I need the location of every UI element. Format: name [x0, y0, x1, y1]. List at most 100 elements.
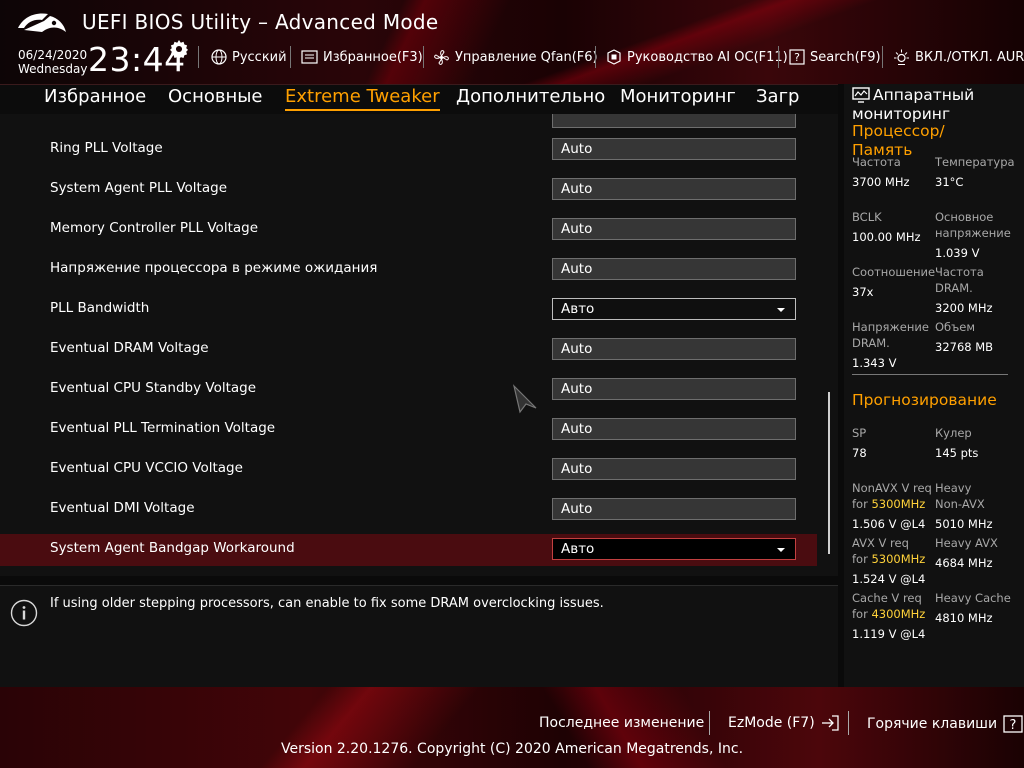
setting-row[interactable]: Eventual CPU VCCIO Voltage Auto [0, 454, 817, 486]
setting-row[interactable]: Eventual DMI Voltage Auto [0, 494, 817, 526]
aura-label: ВКЛ./ОТКЛ. AURA(F4) [915, 49, 1024, 65]
setting-value-field[interactable]: Auto [552, 418, 796, 440]
dropdown-value: Авто [561, 541, 595, 557]
header-separator [778, 46, 779, 68]
setting-row[interactable]: Memory Controller PLL Voltage Auto [0, 214, 817, 246]
setting-row[interactable]: System Agent PLL Voltage Auto [0, 174, 817, 206]
header-separator [423, 46, 424, 68]
stat-label: Heavy Non-AVX [935, 481, 985, 511]
setting-label: Напряжение процессора в режиме ожидания [50, 260, 378, 276]
setting-row[interactable]: Ring PLL Voltage Auto [0, 134, 817, 166]
nonavx-vreq-stat: NonAVX V req for 5300MHz 1.506 V @L4 [852, 480, 934, 532]
setting-value-field[interactable]: Auto [552, 458, 796, 480]
language-label: Русский [232, 49, 287, 65]
hotkeys-button[interactable]: Горячие клавиши ? [867, 715, 1023, 733]
bclk-stat: BCLK 100.00 MHz [852, 209, 932, 245]
setting-value-field[interactable]: Auto [552, 498, 796, 520]
monitor-divider [852, 374, 1008, 375]
tab-advanced[interactable]: Дополнительно [456, 85, 605, 113]
aura-button[interactable]: ВКЛ./ОТКЛ. AURA(F4) [893, 47, 1024, 67]
stat-label: Частота [852, 155, 901, 169]
ezmode-button[interactable]: EzMode (F7) [728, 715, 839, 731]
setting-value-field[interactable]: Auto [552, 218, 796, 240]
gear-icon[interactable] [170, 40, 188, 58]
setting-row[interactable]: Eventual CPU Standby Voltage Auto [0, 374, 817, 406]
stat-label: SP [852, 426, 867, 440]
setting-label: Memory Controller PLL Voltage [50, 220, 259, 236]
tab-boot[interactable]: Загр [756, 85, 799, 113]
tab-extreme-tweaker[interactable]: Extreme Tweaker [285, 85, 440, 111]
stat-label: Объем [935, 320, 976, 334]
last-change-label: Последнее изменение [539, 715, 705, 731]
stat-value: 1.343 V [852, 356, 897, 370]
search-button[interactable]: ? Search(F9) [789, 47, 881, 67]
language-button[interactable]: Русский [211, 47, 287, 67]
top-header: UEFI BIOS Utility – Advanced Mode 06/24/… [0, 0, 1024, 84]
rog-logo-icon [18, 13, 66, 32]
stat-value: 37x [852, 285, 874, 299]
setting-dropdown[interactable]: Авто [552, 538, 796, 560]
setting-row[interactable]: Eventual DRAM Voltage Auto [0, 334, 817, 366]
settings-panel: Ring PLL Voltage Auto System Agent PLL V… [0, 114, 838, 576]
dram-frequency-stat: Частота DRAM. 3200 MHz [935, 264, 995, 316]
stat-label: Heavy Cache [935, 591, 1011, 605]
fan-icon [434, 49, 449, 65]
hotkeys-label: Горячие клавиши [867, 716, 998, 732]
globe-icon [211, 49, 227, 65]
ai-oc-button[interactable]: Руководство AI OC(F11) [606, 47, 788, 67]
stat-label-freq: for 4300MHz [852, 606, 934, 622]
exit-arrow-icon [821, 715, 839, 731]
ratio-stat: Соотношение 37x [852, 264, 936, 300]
ezmode-label: EzMode (F7) [728, 715, 815, 731]
stat-label: AVX V req [852, 536, 909, 550]
setting-label: PLL Bandwidth [50, 300, 150, 316]
stat-value: 1.119 V @L4 [852, 627, 926, 641]
weekday-value: Wednesday [18, 62, 88, 76]
setting-row[interactable]: Напряжение процессора в режиме ожидания … [0, 254, 817, 286]
setting-value-field[interactable]: Auto [552, 338, 796, 360]
qfan-button[interactable]: Управление Qfan(F6) [433, 47, 598, 67]
heavy-nonavx-stat: Heavy Non-AVX 5010 MHz [935, 480, 995, 532]
setting-value-field[interactable]: Auto [552, 178, 796, 200]
favorites-button[interactable]: Избранное(F3) [301, 47, 423, 67]
stat-label: BCLK [852, 210, 882, 224]
stat-value: 1.524 V @L4 [852, 572, 926, 586]
stat-label: Кулер [935, 426, 972, 440]
stat-for: for [852, 552, 868, 566]
prediction-section-title: Прогнозирование [852, 391, 997, 409]
stat-label: Соотношение [852, 265, 936, 279]
setting-value-field[interactable]: Auto [552, 378, 796, 400]
stat-value: 78 [852, 446, 867, 460]
stat-value: 3200 MHz [935, 301, 993, 315]
aura-icon [894, 49, 909, 65]
setting-dropdown[interactable]: Авто [552, 298, 796, 320]
cpu-temperature-stat: Температура 31°C [935, 154, 1020, 190]
favorites-label: Избранное(F3) [323, 49, 423, 65]
last-change-button[interactable]: Последнее изменение [539, 715, 704, 731]
setting-label: Eventual PLL Termination Voltage [50, 420, 276, 436]
stat-freq: 5300MHz [871, 497, 926, 511]
app-title: UEFI BIOS Utility – Advanced Mode [82, 10, 439, 34]
scrollbar[interactable] [828, 392, 830, 554]
dram-voltage-stat: Напряжение DRAM. 1.343 V [852, 319, 929, 371]
stat-value: 31°C [935, 175, 964, 189]
setting-row-partial[interactable] [0, 114, 817, 134]
stat-value: 4810 MHz [935, 611, 993, 625]
setting-row-selected[interactable]: System Agent Bandgap Workaround Авто [0, 534, 817, 566]
tab-favorites[interactable]: Избранное [44, 85, 146, 113]
tab-main[interactable]: Основные [168, 85, 263, 113]
stat-label: Напряжение DRAM. [852, 320, 929, 350]
stat-value: 3700 MHz [852, 175, 910, 189]
setting-row[interactable]: PLL Bandwidth Авто [0, 294, 817, 326]
setting-label: System Agent Bandgap Workaround [50, 540, 295, 556]
header-separator [290, 46, 291, 68]
setting-value-field[interactable]: Auto [552, 258, 796, 280]
footer-separator [709, 711, 710, 735]
setting-value-field[interactable]: Auto [552, 138, 796, 160]
setting-row[interactable]: Eventual PLL Termination Voltage Auto [0, 414, 817, 446]
tab-monitor[interactable]: Мониторинг [620, 85, 736, 113]
search-icon: ? [789, 49, 805, 65]
stat-for: for [852, 497, 868, 511]
setting-value-field[interactable] [552, 114, 796, 128]
heavy-cache-stat: Heavy Cache 4810 MHz [935, 590, 1020, 626]
